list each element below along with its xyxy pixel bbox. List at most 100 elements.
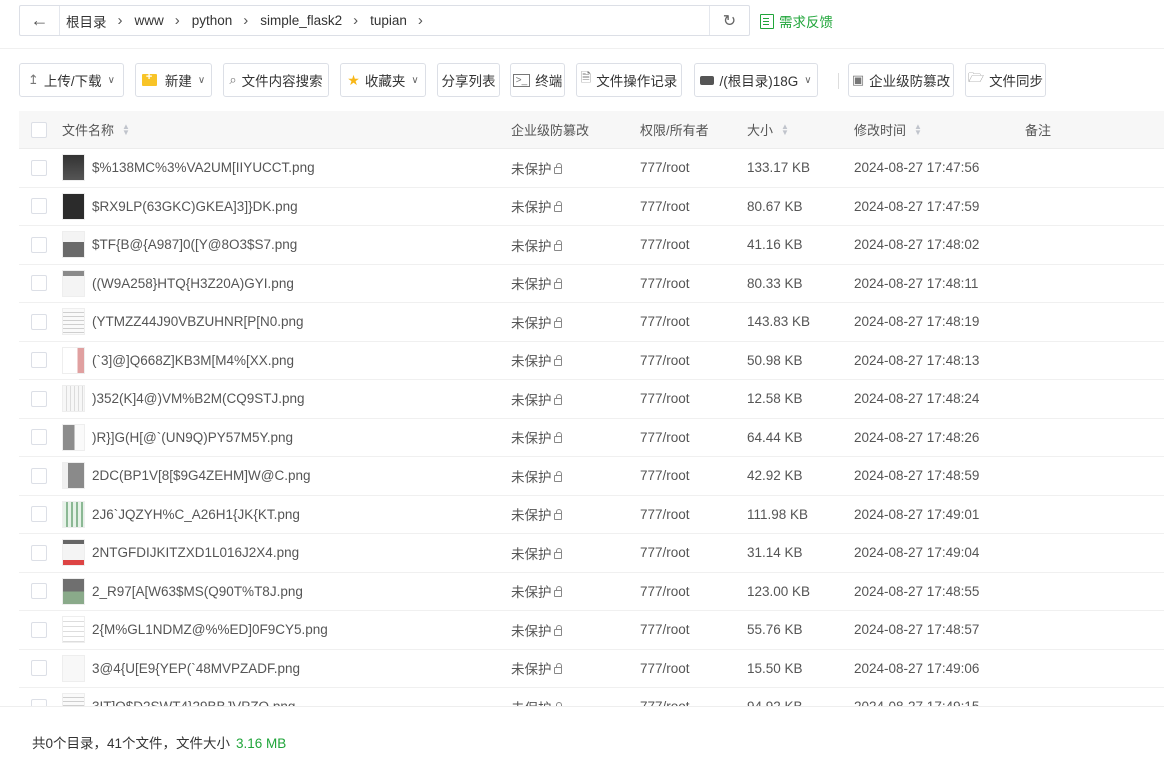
- terminal-button[interactable]: >_ 终端: [510, 63, 565, 97]
- file-name[interactable]: 2_R97[A[W63$MS(Q90T%T8J.png: [92, 584, 303, 599]
- table-row[interactable]: $TF{B@{A987]0([Y@8O3$S7.png 未保护 777/root 41…: [19, 226, 1164, 265]
- disk-select-button[interactable]: /(根目录)18G ∨: [694, 63, 818, 97]
- table-row[interactable]: 2{M%GL1NDMZ@%%ED]0F9CY5.png 未保护 777/root 55…: [19, 611, 1164, 650]
- breadcrumb-item-simple-flask2[interactable]: simple_flask2 ›: [260, 12, 370, 29]
- permission-owner[interactable]: 777/root: [640, 188, 690, 226]
- file-name[interactable]: $TF{B@{A987]0([Y@8O3$S7.png: [92, 237, 297, 252]
- breadcrumb-item-www[interactable]: www ›: [135, 12, 192, 29]
- permission-owner[interactable]: 777/root: [640, 419, 690, 457]
- file-name-cell[interactable]: )352(K]4@)VM%B2M(CQ9STJ.png: [62, 380, 305, 418]
- tamper-status[interactable]: 未保护: [511, 650, 562, 688]
- tamper-status[interactable]: 未保护: [511, 573, 562, 611]
- favorites-button[interactable]: ★ 收藏夹 ∨: [340, 63, 426, 97]
- permission-owner[interactable]: 777/root: [640, 573, 690, 611]
- table-row[interactable]: (YTMZZ44J90VBZUHNR[P[N0.png 未保护 777/root 14…: [19, 303, 1164, 342]
- breadcrumb-item-tupian[interactable]: tupian ›: [370, 12, 435, 29]
- file-name-cell[interactable]: 3@4{U[E9{YEP(`48MVPZADF.png: [62, 650, 300, 688]
- share-list-button[interactable]: 分享列表: [437, 63, 500, 97]
- table-row[interactable]: 2NTGFDIJKITZXD1L016J2X4.png 未保护 777/root 31…: [19, 534, 1164, 573]
- row-checkbox[interactable]: [31, 534, 47, 572]
- permission-owner[interactable]: 777/root: [640, 265, 690, 303]
- tamper-status[interactable]: 未保护: [511, 496, 562, 534]
- file-name-cell[interactable]: 2NTGFDIJKITZXD1L016J2X4.png: [62, 534, 299, 572]
- row-checkbox[interactable]: [31, 303, 47, 341]
- permission-owner[interactable]: 777/root: [640, 496, 690, 534]
- file-name[interactable]: 2{M%GL1NDMZ@%%ED]0F9CY5.png: [92, 622, 328, 637]
- tamper-status[interactable]: 未保护: [511, 611, 562, 649]
- table-row[interactable]: )R}]G(H[@`(UN9Q)PY57M5Y.png 未保护 777/root 64…: [19, 419, 1164, 457]
- row-checkbox[interactable]: [31, 496, 47, 534]
- file-name[interactable]: 3@4{U[E9{YEP(`48MVPZADF.png: [92, 661, 300, 676]
- tamper-status[interactable]: 未保护: [511, 149, 562, 187]
- table-row[interactable]: )352(K]4@)VM%B2M(CQ9STJ.png 未保护 777/root 12…: [19, 380, 1164, 419]
- select-all-checkbox[interactable]: [31, 111, 47, 148]
- file-name[interactable]: (`3]@]Q668Z]KB3M[M4%[XX.png: [92, 353, 294, 368]
- row-checkbox[interactable]: [31, 188, 47, 226]
- file-name[interactable]: $%138MC%3%VA2UM[IIYUCCT.png: [92, 160, 315, 175]
- permission-owner[interactable]: 777/root: [640, 380, 690, 418]
- permission-owner[interactable]: 777/root: [640, 650, 690, 688]
- permission-owner[interactable]: 777/root: [640, 534, 690, 572]
- content-search-button[interactable]: ⌕ 文件内容搜索: [223, 63, 329, 97]
- tamper-status[interactable]: 未保护: [511, 419, 562, 457]
- permission-owner[interactable]: 777/root: [640, 149, 690, 187]
- feedback-link[interactable]: 需求反馈: [760, 11, 833, 31]
- row-checkbox[interactable]: [31, 611, 47, 649]
- row-checkbox[interactable]: [31, 380, 47, 418]
- operation-log-button[interactable]: 🗎 文件操作记录: [576, 63, 682, 97]
- file-name-cell[interactable]: $TF{B@{A987]0([Y@8O3$S7.png: [62, 226, 297, 264]
- tamper-status[interactable]: 未保护: [511, 380, 562, 418]
- row-checkbox[interactable]: [31, 650, 47, 688]
- tamper-status[interactable]: 未保护: [511, 342, 562, 380]
- file-name[interactable]: )R}]G(H[@`(UN9Q)PY57M5Y.png: [92, 430, 293, 445]
- file-name[interactable]: $RX9LP(63GKC)GKEA]3]}DK.png: [92, 199, 298, 214]
- table-row[interactable]: (`3]@]Q668Z]KB3M[M4%[XX.png 未保护 777/root 50…: [19, 342, 1164, 380]
- file-name[interactable]: 2NTGFDIJKITZXD1L016J2X4.png: [92, 545, 299, 560]
- permission-owner[interactable]: 777/root: [640, 226, 690, 264]
- table-row[interactable]: 2_R97[A[W63$MS(Q90T%T8J.png 未保护 777/root 12…: [19, 573, 1164, 611]
- permission-owner[interactable]: 777/root: [640, 303, 690, 341]
- file-name-cell[interactable]: (YTMZZ44J90VBZUHNR[P[N0.png: [62, 303, 304, 341]
- file-name-cell[interactable]: $RX9LP(63GKC)GKEA]3]}DK.png: [62, 188, 298, 226]
- breadcrumb-item-root[interactable]: 根目录 ›: [66, 11, 135, 31]
- breadcrumb-item-python[interactable]: python ›: [192, 12, 261, 29]
- table-row[interactable]: $RX9LP(63GKC)GKEA]3]}DK.png 未保护 777/root 80…: [19, 188, 1164, 226]
- table-row[interactable]: 2J6`JQZYH%C_A26H1{JK{KT.png 未保护 777/root 11…: [19, 496, 1164, 534]
- table-row[interactable]: 3@4{U[E9{YEP(`48MVPZADF.png 未保护 777/root 15…: [19, 650, 1164, 688]
- refresh-button[interactable]: ↻: [709, 6, 749, 35]
- header-name[interactable]: 文件名称 ▲ ▼: [62, 111, 130, 148]
- file-name-cell[interactable]: (`3]@]Q668Z]KB3M[M4%[XX.png: [62, 342, 294, 380]
- file-name-cell[interactable]: 2J6`JQZYH%C_A26H1{JK{KT.png: [62, 496, 300, 534]
- file-sync-button[interactable]: 🗁 文件同步: [965, 63, 1046, 97]
- back-button[interactable]: ←: [20, 6, 60, 35]
- upload-download-button[interactable]: ↥ 上传/下载 ∨: [19, 63, 124, 97]
- row-checkbox[interactable]: [31, 419, 47, 457]
- tamper-status[interactable]: 未保护: [511, 188, 562, 226]
- tamper-status[interactable]: 未保护: [511, 534, 562, 572]
- file-name[interactable]: 2DC(BP1V[8[$9G4ZEHM]W@C.png: [92, 468, 311, 483]
- row-checkbox[interactable]: [31, 342, 47, 380]
- row-checkbox[interactable]: [31, 149, 47, 187]
- file-name-cell[interactable]: )R}]G(H[@`(UN9Q)PY57M5Y.png: [62, 419, 293, 457]
- file-name[interactable]: )352(K]4@)VM%B2M(CQ9STJ.png: [92, 391, 305, 406]
- file-name-cell[interactable]: 2{M%GL1NDMZ@%%ED]0F9CY5.png: [62, 611, 328, 649]
- new-button[interactable]: 新建∨: [135, 63, 212, 97]
- header-mtime[interactable]: 修改时间 ▲ ▼: [854, 111, 922, 148]
- tamper-status[interactable]: 未保护: [511, 457, 562, 495]
- row-checkbox[interactable]: [31, 457, 47, 495]
- header-size[interactable]: 大小 ▲ ▼: [747, 111, 789, 148]
- tamper-status[interactable]: 未保护: [511, 303, 562, 341]
- tamper-status[interactable]: 未保护: [511, 226, 562, 264]
- file-name-cell[interactable]: $%138MC%3%VA2UM[IIYUCCT.png: [62, 149, 315, 187]
- row-checkbox[interactable]: [31, 226, 47, 264]
- permission-owner[interactable]: 777/root: [640, 611, 690, 649]
- row-checkbox[interactable]: [31, 265, 47, 303]
- file-name[interactable]: 2J6`JQZYH%C_A26H1{JK{KT.png: [92, 507, 300, 522]
- file-name-cell[interactable]: ((W9A258}HTQ{H3Z20A)GYI.png: [62, 265, 294, 303]
- tamper-status[interactable]: 未保护: [511, 265, 562, 303]
- table-row[interactable]: $%138MC%3%VA2UM[IIYUCCT.png 未保护 777/root 13…: [19, 149, 1164, 188]
- file-name-cell[interactable]: 2_R97[A[W63$MS(Q90T%T8J.png: [62, 573, 303, 611]
- file-name[interactable]: (YTMZZ44J90VBZUHNR[P[N0.png: [92, 314, 304, 329]
- tamper-protection-button[interactable]: ▣ 企业级防篡改: [848, 63, 954, 97]
- permission-owner[interactable]: 777/root: [640, 457, 690, 495]
